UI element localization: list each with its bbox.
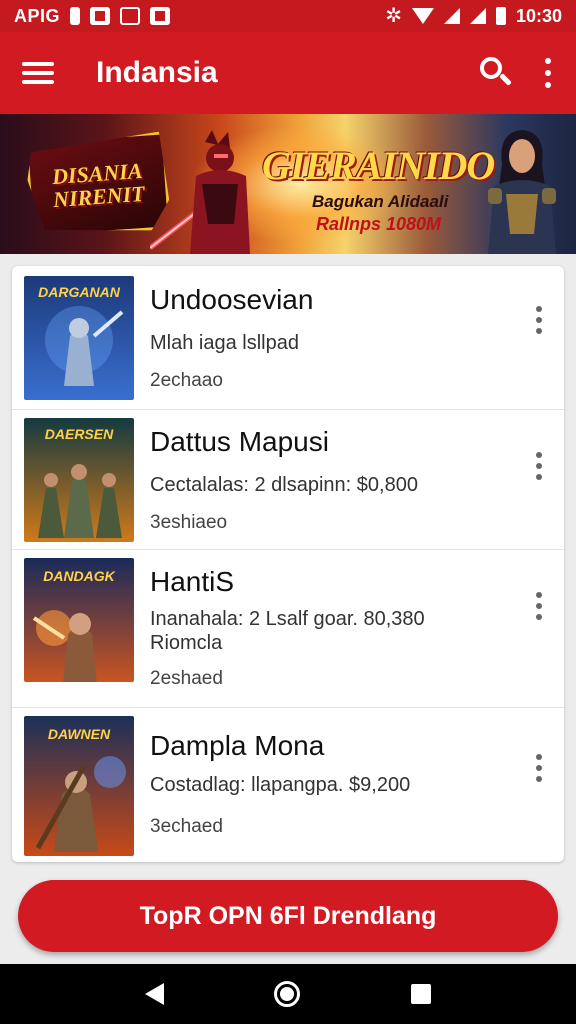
game-thumbnail: DAWNEN — [24, 716, 134, 856]
item-subtitle: Cectalalas: 2 dlsapinn: $0,800 — [150, 474, 418, 496]
signal-icon-2 — [469, 8, 486, 24]
item-title: Dattus Mapusi — [150, 426, 329, 457]
item-subtitle: Costadlag: llapangpa. $9,200 — [150, 774, 411, 796]
thumbnail-label: DANDAGK — [43, 568, 115, 584]
notification-icon — [70, 7, 81, 25]
banner-warrior-art — [150, 130, 250, 254]
app-bar: Indansia — [0, 32, 576, 114]
top-trending-button[interactable]: TopR OPN 6Fl Drendlang — [18, 880, 558, 952]
banner-logo-line2: NIRENIT — [52, 180, 146, 213]
status-time: 10:30 — [515, 5, 562, 26]
search-icon[interactable] — [476, 53, 516, 93]
game-list: DARGANAN Undoosevian Mlah iaga lsllpad 2… — [12, 266, 564, 862]
item-meta: 2echaao — [150, 370, 223, 391]
banner-heroine-art — [488, 130, 556, 254]
status-bar: APIG ✲ 10:30 — [0, 0, 576, 32]
item-meta: 3eshiaeo — [150, 512, 228, 533]
list-item[interactable]: DANDAGK HantiS Inanahala: 2 Lsalf goar. … — [12, 550, 564, 708]
thumbnail-label: DAWNEN — [47, 726, 111, 742]
menu-icon[interactable] — [22, 62, 54, 84]
banner-subtitle-2: Rallnps 1080M — [316, 214, 442, 234]
item-more-icon[interactable] — [534, 592, 544, 620]
app-notification-icon — [150, 7, 171, 25]
item-title: Dampla Mona — [150, 730, 325, 761]
item-subtitle-2: Riomcla — [150, 632, 223, 654]
more-options-icon[interactable] — [542, 58, 554, 88]
promo-banner[interactable]: DISANIA NIRENIT GIERAINIDO Bagukan Alida… — [0, 114, 576, 254]
list-item[interactable]: DAERSEN Dattus Mapusi Cectalalas: 2 dlsa… — [12, 410, 564, 550]
home-icon[interactable] — [274, 981, 301, 1007]
status-left: APIG — [14, 5, 171, 27]
settings-icon: ✲ — [385, 5, 402, 27]
game-thumbnail: DAERSEN — [24, 418, 134, 542]
wifi-icon — [411, 8, 434, 24]
banner-subtitle-1: Bagukan Alidaali — [312, 192, 449, 211]
item-meta: 3echaed — [150, 816, 223, 837]
item-title: HantiS — [150, 566, 235, 597]
item-more-icon[interactable] — [534, 452, 544, 480]
game-thumbnail: DANDAGK — [24, 558, 134, 682]
item-subtitle: Mlah iaga lsllpad — [150, 332, 299, 354]
item-meta: 2eshaed — [150, 668, 223, 689]
item-more-icon[interactable] — [534, 306, 544, 334]
recent-apps-icon[interactable] — [410, 984, 431, 1004]
signal-icon — [443, 8, 460, 24]
app-title: Indansia — [96, 56, 218, 89]
status-app-label: APIG — [14, 5, 61, 26]
message-icon — [90, 7, 111, 25]
status-right: ✲ 10:30 — [385, 6, 562, 27]
list-item[interactable]: DAWNEN Dampla Mona Costadlag: llapangpa.… — [12, 708, 564, 862]
thumbnail-label: DARGANAN — [38, 284, 120, 300]
item-more-icon[interactable] — [534, 754, 544, 782]
thumbnail-label: DAERSEN — [44, 426, 114, 442]
back-icon[interactable] — [145, 983, 165, 1005]
image-icon — [120, 7, 141, 25]
item-subtitle: Inanahala: 2 Lsalf goar. 80,380 — [150, 608, 425, 630]
list-item[interactable]: DARGANAN Undoosevian Mlah iaga lsllpad 2… — [12, 266, 564, 410]
item-title: Undoosevian — [150, 284, 314, 315]
banner-title: GIERAINIDO — [262, 143, 495, 188]
game-thumbnail: DARGANAN — [24, 276, 134, 400]
battery-icon — [495, 7, 506, 25]
system-nav-bar — [0, 964, 576, 1024]
